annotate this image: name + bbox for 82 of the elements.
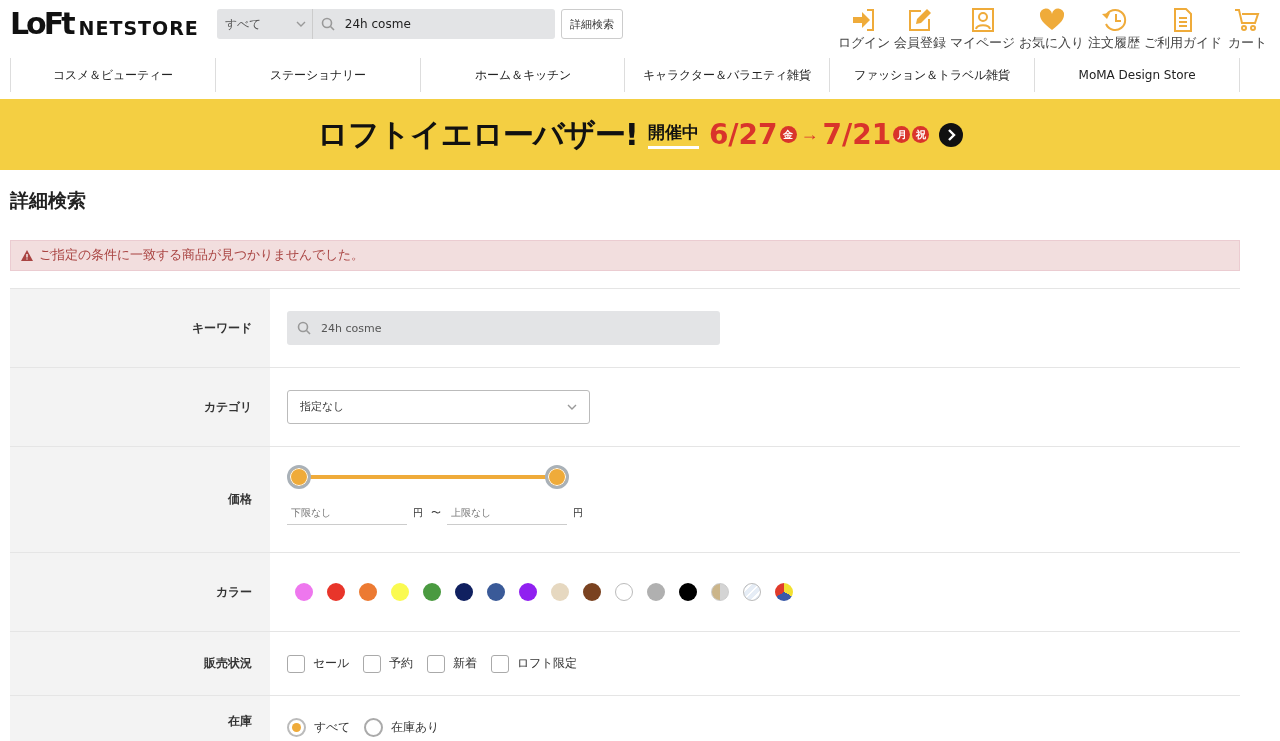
pencil-note-icon xyxy=(907,8,933,32)
header-link[interactable]: ご利用ガイド xyxy=(1144,8,1222,52)
search-field[interactable]: 24h cosme xyxy=(312,9,555,39)
radio-button[interactable] xyxy=(364,718,383,737)
weekday-badge: 月 xyxy=(893,126,911,143)
alert-message: ご指定の条件に一致する商品が見つかりませんでした。 xyxy=(39,247,364,264)
color-swatch[interactable] xyxy=(711,583,729,601)
nav-link[interactable]: ホーム＆キッチン xyxy=(420,58,626,92)
radio-option[interactable]: 在庫あり xyxy=(364,718,439,737)
scope-select[interactable]: すべて xyxy=(216,9,313,39)
field-label: カラー xyxy=(216,584,252,600)
color-swatch[interactable] xyxy=(679,583,697,601)
chevron-down-icon xyxy=(295,21,306,27)
event-status: 開催中 xyxy=(647,120,699,149)
warning-icon xyxy=(21,250,33,261)
field-label: 在庫 xyxy=(228,713,252,729)
color-swatch[interactable] xyxy=(743,583,761,601)
color-swatch[interactable] xyxy=(583,583,601,601)
checkbox[interactable] xyxy=(363,654,381,673)
advanced-search-button[interactable]: 詳細検索 xyxy=(560,9,623,39)
nav-link[interactable]: コスメ＆ビューティー xyxy=(11,58,216,92)
field-label: 価格 xyxy=(228,492,252,507)
color-swatch[interactable] xyxy=(647,583,665,601)
chevron-down-icon xyxy=(567,404,577,410)
heart-icon xyxy=(1038,8,1065,32)
nav-link[interactable]: MoMA Design Store xyxy=(1035,58,1240,92)
yen-unit: 円 xyxy=(413,505,423,520)
header-link[interactable]: ログイン xyxy=(838,8,890,52)
slider-handle[interactable] xyxy=(545,464,569,489)
search-icon xyxy=(297,321,311,335)
search-icon xyxy=(320,17,335,31)
header-link[interactable]: カート xyxy=(1226,8,1268,52)
radio-button[interactable] xyxy=(287,718,306,737)
color-swatch[interactable] xyxy=(391,583,409,601)
field-label: 販売状況 xyxy=(204,656,252,671)
checkbox-option[interactable]: 予約 xyxy=(363,654,413,673)
color-swatch[interactable] xyxy=(487,583,505,601)
keyword-field[interactable]: 24h cosme xyxy=(287,311,720,345)
yen-unit: 円 xyxy=(573,505,583,520)
color-swatch[interactable] xyxy=(615,583,633,601)
holiday-badge: 祝 xyxy=(912,126,930,143)
color-swatch[interactable] xyxy=(551,583,569,601)
chevron-right-icon[interactable] xyxy=(939,122,964,147)
checkbox-option[interactable]: ロフト限定 xyxy=(491,654,577,673)
color-swatch[interactable] xyxy=(775,583,793,601)
checkbox-option[interactable]: セール xyxy=(287,654,349,673)
color-swatch[interactable] xyxy=(295,583,313,601)
user-icon xyxy=(969,8,996,32)
checkbox[interactable] xyxy=(491,654,509,673)
color-swatch[interactable] xyxy=(455,583,473,601)
nav-link[interactable]: キャラクター＆バラエティ雑貨 xyxy=(625,58,831,92)
header-link[interactable]: お気に入り xyxy=(1019,8,1084,52)
header-link[interactable]: 会員登録 xyxy=(894,8,946,52)
max-price-field[interactable]: 上限なし xyxy=(447,500,567,525)
min-price-field[interactable]: 下限なし xyxy=(287,500,407,525)
field-label: カテゴリ xyxy=(204,399,252,415)
start-date: 6/27 xyxy=(708,118,778,151)
nav-link[interactable]: ステーショナリー xyxy=(215,58,421,92)
clock-icon xyxy=(1101,8,1127,32)
nav-link[interactable]: ファッション＆トラベル雑貨 xyxy=(830,58,1036,92)
banner-title: ロフトイエローバザー! xyxy=(316,114,638,154)
color-swatch[interactable] xyxy=(359,583,377,601)
arrow-text: → xyxy=(800,124,819,145)
slider-handle[interactable] xyxy=(287,464,311,489)
cart-icon xyxy=(1234,8,1260,32)
header-link[interactable]: 注文履歴 xyxy=(1088,8,1140,52)
checkbox-option[interactable]: 新着 xyxy=(427,654,477,673)
page-title: 詳細検索 xyxy=(10,188,87,213)
color-swatch[interactable] xyxy=(519,583,537,601)
weekday-badge: 金 xyxy=(779,126,797,143)
checkbox[interactable] xyxy=(427,654,445,673)
color-swatch[interactable] xyxy=(327,583,345,601)
color-swatch[interactable] xyxy=(423,583,441,601)
checkbox[interactable] xyxy=(287,654,305,673)
end-date: 7/21 xyxy=(822,118,892,151)
login-icon xyxy=(851,8,877,32)
header-link[interactable]: マイページ xyxy=(950,8,1015,52)
category-select[interactable]: 指定なし xyxy=(287,390,590,424)
range-tilde: 〜 xyxy=(431,505,441,520)
field-label: キーワード xyxy=(192,320,252,336)
logo[interactable]: LoFt NETSTORE xyxy=(10,9,199,39)
radio-option[interactable]: すべて xyxy=(287,718,350,737)
